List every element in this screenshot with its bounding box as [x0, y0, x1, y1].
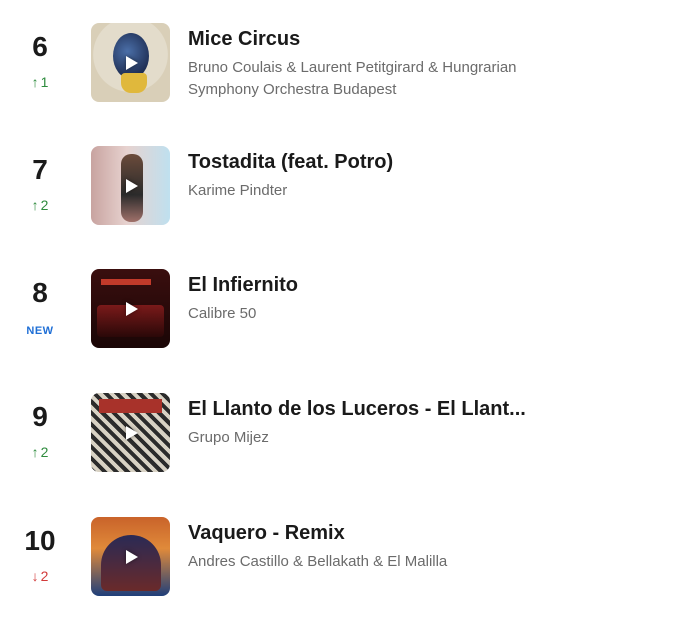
song-title[interactable]: Tostadita (feat. Potro): [188, 150, 393, 174]
rank-block: 10 ↓ 2: [0, 517, 80, 597]
song-title[interactable]: Mice Circus: [188, 27, 300, 51]
rank-block: 6 ↑ 1: [0, 23, 80, 103]
play-icon[interactable]: [125, 301, 138, 316]
play-icon[interactable]: [125, 55, 138, 70]
rank-number: 10: [24, 525, 56, 556]
artist-name[interactable]: Bruno Coulais & Laurent Petitgirard & Hu…: [188, 57, 548, 101]
album-art[interactable]: [91, 23, 170, 102]
rank-number: 8: [32, 277, 48, 308]
arrow-up-icon: ↑: [31, 197, 39, 213]
song-title[interactable]: Vaquero - Remix: [188, 521, 345, 545]
artist-name[interactable]: Grupo Mijez: [188, 427, 548, 449]
song-title[interactable]: El Infiernito: [188, 273, 298, 297]
rank-block: 8 NEW: [0, 269, 80, 349]
artist-name[interactable]: Karime Pindter: [188, 180, 548, 202]
rank-change: ↑ 2: [0, 196, 80, 214]
play-icon[interactable]: [125, 178, 138, 193]
album-art[interactable]: [91, 146, 170, 225]
rank-block: 7 ↑ 2: [0, 146, 80, 226]
rank-change: ↓ 2: [0, 567, 80, 585]
song-title[interactable]: El Llanto de los Luceros - El Llant...: [188, 397, 526, 421]
arrow-up-icon: ↑: [31, 74, 39, 90]
rank-number: 6: [32, 31, 48, 62]
album-art[interactable]: [91, 517, 170, 596]
artist-name[interactable]: Andres Castillo & Bellakath & El Malilla: [188, 551, 548, 573]
chart-row[interactable]: 9 ↑ 2 El Llanto de los Luceros - El Llant…: [0, 393, 679, 473]
artist-name[interactable]: Calibre 50: [188, 303, 548, 325]
rank-change: ↑ 1: [0, 73, 80, 91]
arrow-down-icon: ↓: [31, 568, 39, 584]
arrow-up-icon: ↑: [31, 444, 39, 460]
album-art[interactable]: [91, 269, 170, 348]
chart-row[interactable]: 10 ↓ 2 Vaquero - Remix Andres Castillo & …: [0, 517, 679, 597]
chart-row[interactable]: 8 NEW El Infiernito Calibre 50: [0, 269, 679, 349]
rank-change-value: 2: [40, 568, 49, 584]
rank-number: 9: [32, 401, 48, 432]
rank-change: ↑ 2: [0, 443, 80, 461]
rank-block: 9 ↑ 2: [0, 393, 80, 473]
chart-row[interactable]: 6 ↑ 1 Mice Circus Bruno Coulais & Laurent…: [0, 23, 679, 103]
album-art[interactable]: [91, 393, 170, 472]
chart-row[interactable]: 7 ↑ 2 Tostadita (feat. Potro) Karime Pind…: [0, 146, 679, 226]
rank-change-value: 1: [40, 74, 49, 90]
new-badge: NEW: [26, 325, 54, 337]
rank-change-value: 2: [40, 444, 49, 460]
play-icon[interactable]: [125, 549, 138, 564]
rank-change-value: 2: [40, 197, 49, 213]
play-icon[interactable]: [125, 425, 138, 440]
rank-number: 7: [32, 154, 48, 185]
